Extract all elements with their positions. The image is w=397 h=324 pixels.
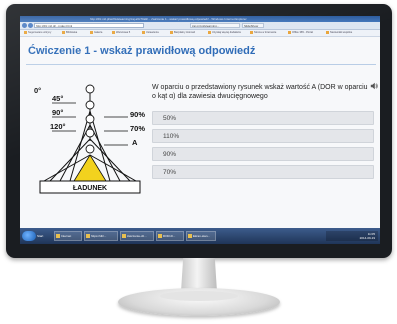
favorite-item[interactable]: Galeria xyxy=(90,31,102,35)
answer-option[interactable]: 50% xyxy=(152,111,374,125)
document-icon xyxy=(122,234,126,238)
url-field[interactable]: http://dlz.mil.pl/...index.html xyxy=(34,23,144,28)
monitor-stand-base-top xyxy=(160,291,238,301)
back-icon[interactable] xyxy=(22,23,27,28)
taskbar-item[interactable]: ćwiczenie-dz... xyxy=(120,231,154,241)
title-divider xyxy=(26,64,376,65)
start-button[interactable] xyxy=(22,231,36,241)
folder-icon xyxy=(326,31,329,34)
taskbar-item[interactable]: DOR-D... xyxy=(156,231,184,241)
load-label: ŁADUNEK xyxy=(73,185,107,192)
angle-label: 0° xyxy=(34,86,41,95)
percent-label: 70% xyxy=(130,124,145,133)
load-fill xyxy=(73,154,107,182)
percent-label: 90% xyxy=(130,110,145,119)
folder-icon xyxy=(170,31,173,34)
favorite-item[interactable]: Office 365 - Portal xyxy=(288,31,313,35)
monitor-stand-neck xyxy=(181,258,217,292)
folder-icon xyxy=(90,31,93,34)
start-label: Start xyxy=(37,234,44,238)
sling-angle-diagram: 0° 45° 90° 120° 90% 70% A ŁADUNEK xyxy=(34,84,145,194)
taskbar: Start Internet https://dlz... ćwiczenie-… xyxy=(20,228,380,244)
answer-option[interactable]: 70% xyxy=(152,165,374,179)
tab-current[interactable]: zaj.mil.pl/elearning... xyxy=(190,23,240,28)
load-box: ŁADUNEK xyxy=(39,180,141,194)
favorite-item[interactable]: Bezpłatny Hotmail xyxy=(170,31,195,35)
favorite-item[interactable]: Sterowniki wspólne xyxy=(326,31,352,35)
favorite-item[interactable]: Warszawa 5 xyxy=(112,31,130,35)
taskbar-item[interactable]: Internet xyxy=(54,231,82,241)
screen: http://dlz.mil.pl/wzhk/elearning/zaj.a6c… xyxy=(20,16,380,244)
folder-icon xyxy=(112,31,115,34)
document-icon xyxy=(158,234,162,238)
favorite-item[interactable]: Sugerowane witryny xyxy=(24,31,51,35)
star-icon xyxy=(24,31,27,34)
browser-icon xyxy=(86,234,90,238)
forward-icon[interactable] xyxy=(28,23,33,28)
answer-option[interactable]: 90% xyxy=(152,147,374,161)
favorites-bar: Sugerowane witryny Biblioteka Galeria Wa… xyxy=(20,30,380,37)
folder-icon xyxy=(250,31,253,34)
taskbar-item[interactable]: https://dlz... xyxy=(84,231,118,241)
folder-icon xyxy=(62,31,65,34)
speaker-icon[interactable] xyxy=(370,82,378,90)
document-icon xyxy=(188,234,192,238)
folder-icon xyxy=(142,31,145,34)
marker-label: A xyxy=(132,138,138,147)
angle-label: 90° xyxy=(52,108,63,117)
folder-icon xyxy=(208,31,211,34)
folder-icon xyxy=(288,31,291,34)
app-icon xyxy=(56,234,60,238)
system-tray: 11:05 2014-09-19 xyxy=(326,231,378,241)
date: 2014-09-19 xyxy=(359,236,375,240)
favorite-item[interactable]: Biblioteka xyxy=(62,31,77,35)
page-content: Ćwiczenie 1 - wskaż prawidłową odpowiedź xyxy=(20,37,380,228)
question-text: W oparciu o przedstawiony rysunek wskaż … xyxy=(152,84,368,100)
address-bar: http://dlz.mil.pl/...index.html zaj.mil.… xyxy=(20,22,380,30)
tab-second[interactable]: SlideShow xyxy=(242,23,264,28)
page-title: Ćwiczenie 1 - wskaż prawidłową odpowiedź xyxy=(28,45,256,57)
taskbar-item[interactable]: Ekran-stan... xyxy=(186,231,216,241)
favorite-item[interactable]: Strona w Internecie xyxy=(250,31,276,35)
angle-label: 45° xyxy=(52,94,63,103)
answer-option[interactable]: 110% xyxy=(152,129,374,143)
angle-label: 120° xyxy=(50,122,66,131)
favorite-item[interactable]: Ustawienia xyxy=(142,31,159,35)
favorite-item[interactable]: Uzyskaj więcej dodatków xyxy=(208,31,241,35)
